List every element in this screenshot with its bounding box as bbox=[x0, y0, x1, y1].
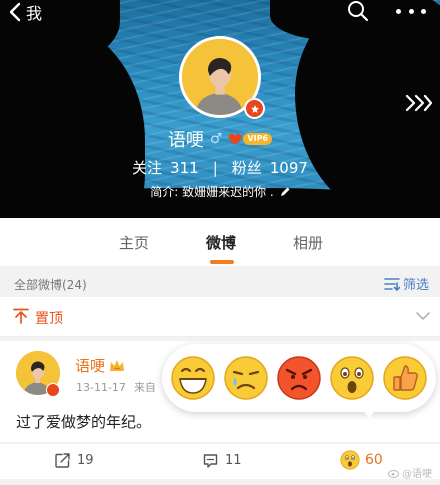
following-label: 关注 bbox=[132, 159, 163, 177]
followers-stat[interactable]: 粉丝 1097 bbox=[232, 157, 308, 178]
pin-icon bbox=[13, 308, 29, 324]
post-source: 来自 bbox=[133, 381, 156, 394]
profile-cover: 我 语哽 ♂ VIP6 关注 311 | 粉丝 1097 简介: 致姗姗来迟的你… bbox=[0, 0, 440, 218]
filter-button[interactable]: 筛选 bbox=[384, 274, 429, 293]
tears-icon[interactable] bbox=[223, 355, 269, 401]
crown-icon bbox=[110, 359, 125, 371]
thumbs-up-icon[interactable] bbox=[382, 355, 428, 401]
tab-home[interactable]: 主页 bbox=[119, 232, 149, 253]
post-username[interactable]: 语哽 bbox=[75, 355, 105, 376]
repost-count: 19 bbox=[77, 453, 94, 468]
verified-badge bbox=[244, 98, 265, 119]
vip-level: VIP6 bbox=[243, 133, 273, 145]
stats-divider: | bbox=[212, 158, 218, 177]
tab-weibo[interactable]: 微博 bbox=[206, 232, 236, 253]
comment-count: 11 bbox=[225, 453, 242, 468]
post-meta: 13-11-17 来自 bbox=[76, 379, 156, 395]
profile-bio[interactable]: 简介: 致姗姗来迟的你 . bbox=[0, 183, 440, 200]
vip-badge[interactable]: VIP6 bbox=[228, 133, 273, 146]
post-date: 13-11-17 bbox=[76, 381, 126, 394]
chevron-left-icon bbox=[9, 2, 21, 22]
active-tab-indicator bbox=[210, 260, 234, 264]
heart-icon bbox=[228, 133, 242, 145]
surprised-icon[interactable] bbox=[329, 355, 375, 401]
filter-label: 筛选 bbox=[403, 278, 430, 293]
followers-label: 粉丝 bbox=[231, 159, 262, 177]
gender-icon: ♂ bbox=[209, 131, 223, 147]
repost-icon bbox=[55, 453, 70, 468]
filter-bar: 全部微博(24) 筛选 bbox=[0, 269, 440, 297]
like-count: 60 bbox=[365, 452, 383, 468]
following-count: 311 bbox=[170, 159, 199, 177]
back-button[interactable]: 我 bbox=[8, 0, 42, 24]
grin-icon[interactable] bbox=[170, 355, 216, 401]
profile-name-row: 语哽 ♂ VIP6 bbox=[0, 126, 440, 152]
filter-icon bbox=[384, 277, 400, 291]
followers-count: 1097 bbox=[269, 159, 308, 177]
bio-text: 简介: 致姗姗来迟的你 . bbox=[150, 185, 274, 199]
reaction-picker bbox=[162, 344, 436, 412]
double-chevron-right-icon[interactable] bbox=[404, 94, 432, 112]
verified-badge bbox=[46, 383, 60, 397]
weibo-logo-icon bbox=[388, 469, 399, 478]
comment-button[interactable]: 11 bbox=[203, 453, 242, 468]
profile-screen: 我 语哽 ♂ VIP6 关注 311 | 粉丝 1097 简介: 致姗姗来迟的你… bbox=[0, 0, 440, 485]
pinned-label: 置顶 bbox=[35, 311, 63, 327]
profile-tabs: 主页 微博 相册 bbox=[0, 218, 440, 266]
chevron-down-icon[interactable] bbox=[416, 311, 430, 321]
angry-icon[interactable] bbox=[276, 355, 322, 401]
popup-pointer bbox=[362, 409, 376, 418]
following-stat[interactable]: 关注 311 bbox=[132, 157, 199, 178]
tab-album[interactable]: 相册 bbox=[293, 232, 323, 253]
profile-stats: 关注 311 | 粉丝 1097 bbox=[0, 157, 440, 178]
post-username-row: 语哽 bbox=[75, 355, 125, 376]
back-label: 我 bbox=[26, 4, 43, 23]
pinned-header: 置顶 bbox=[0, 297, 440, 337]
comment-icon bbox=[203, 454, 218, 468]
repost-button[interactable]: 19 bbox=[55, 453, 94, 468]
watermark: @语哽 bbox=[388, 465, 432, 480]
post-actions: 19 11 60 bbox=[0, 443, 440, 479]
post-text: 过了爱做梦的年纪。 bbox=[16, 413, 152, 431]
post-count-label: 全部微博(24) bbox=[14, 278, 87, 292]
watermark-text: @语哽 bbox=[402, 469, 432, 480]
profile-name: 语哽 bbox=[167, 130, 204, 151]
surprised-icon bbox=[340, 450, 360, 470]
pencil-icon bbox=[280, 187, 290, 196]
search-icon[interactable] bbox=[346, 0, 370, 24]
like-button[interactable]: 60 bbox=[340, 450, 383, 470]
more-dots-icon[interactable] bbox=[396, 4, 426, 18]
